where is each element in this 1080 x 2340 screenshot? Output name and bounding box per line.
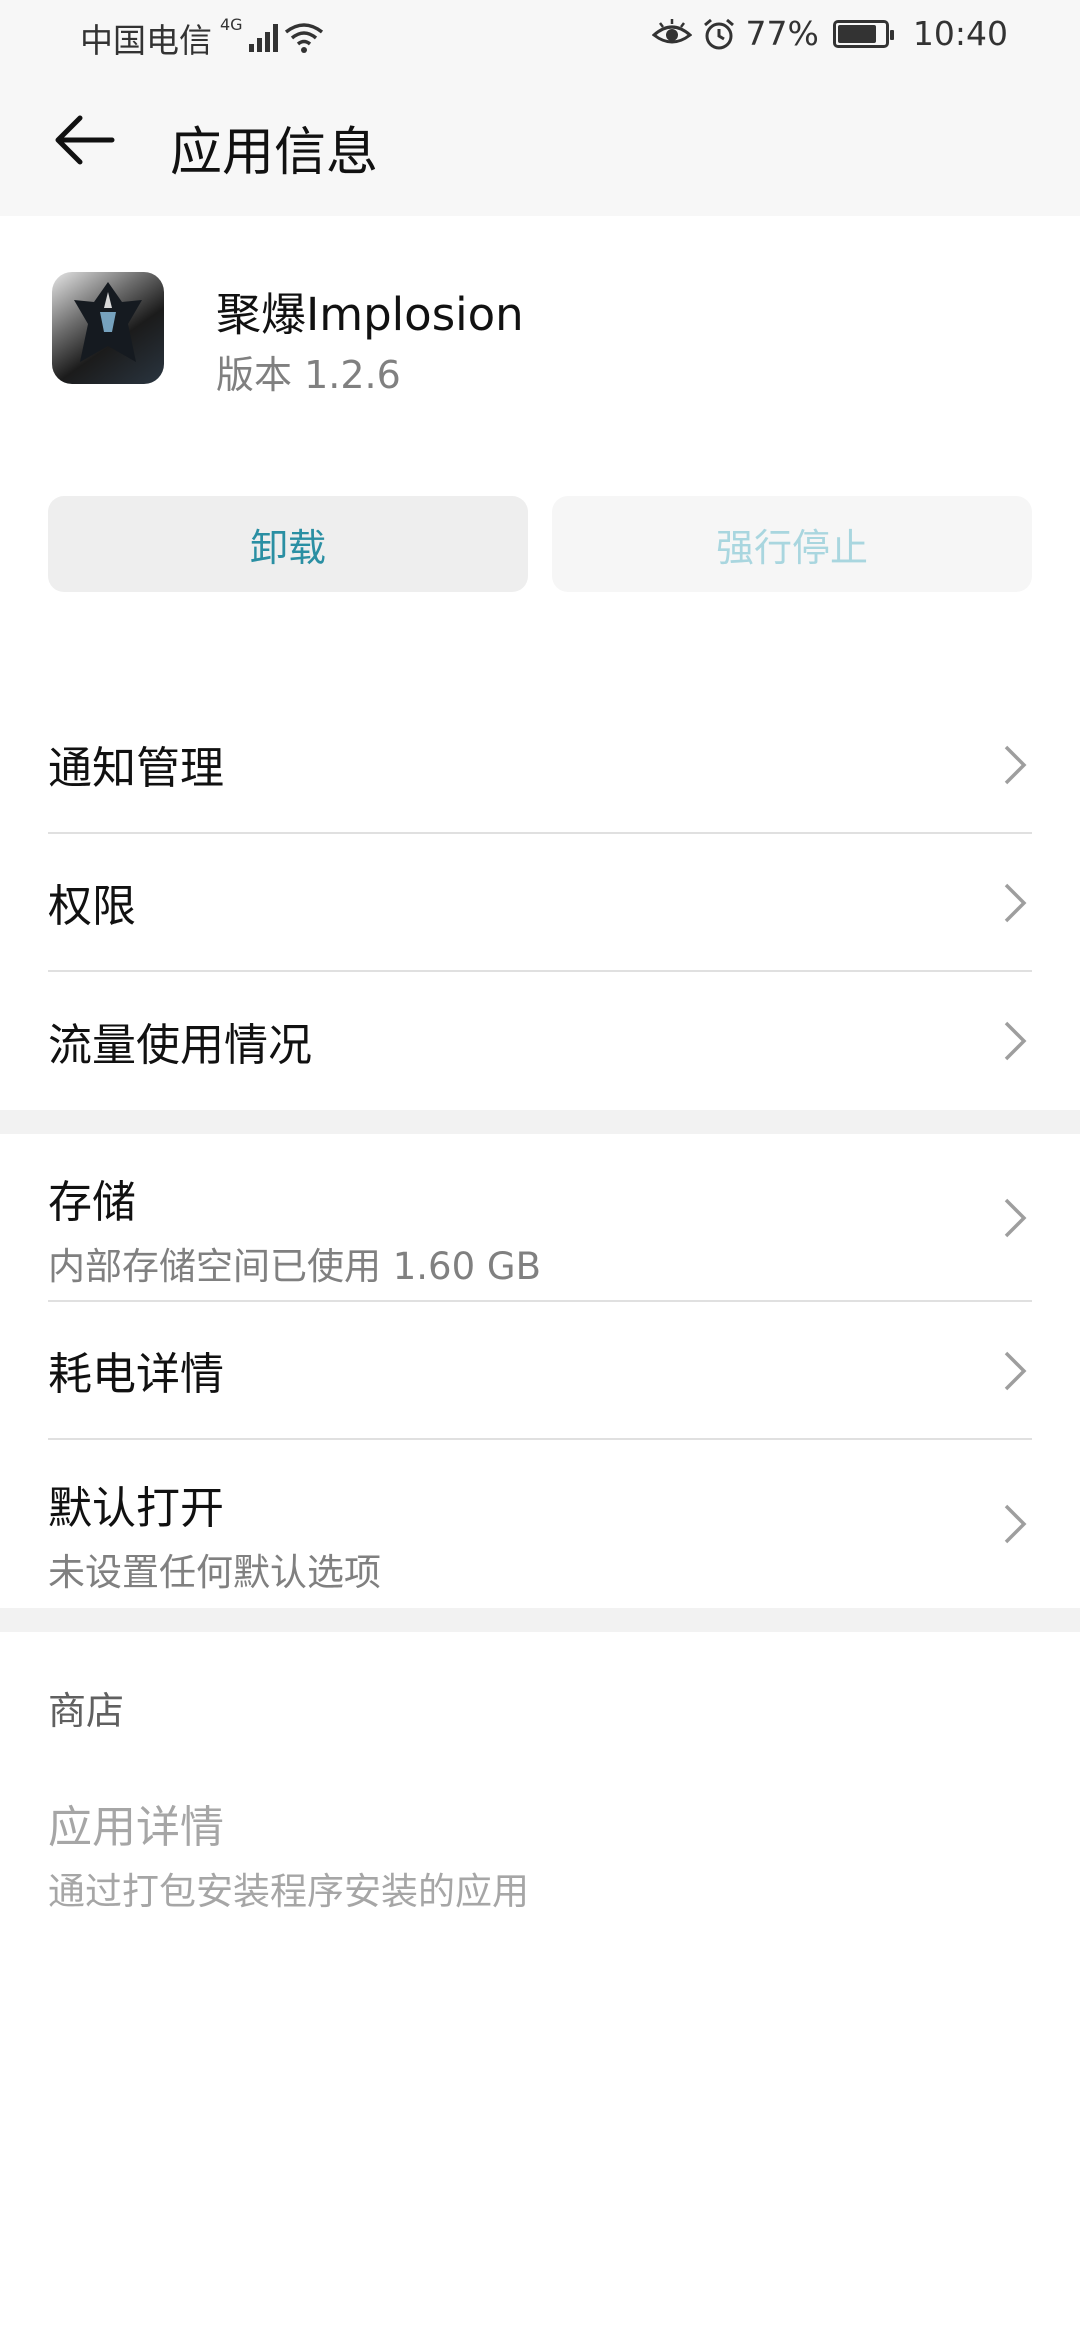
status-bar: 中国电信 4G 77% 10:40 bbox=[0, 0, 1080, 72]
eye-icon bbox=[651, 18, 692, 43]
battery-icon bbox=[832, 19, 894, 48]
back-button[interactable] bbox=[50, 104, 122, 176]
settings-section-1: 通知管理 权限 流量使用情况 bbox=[0, 696, 1080, 1110]
top-bar: 中国电信 4G 77% 10:40 应用信息 bbox=[0, 0, 1080, 216]
uninstall-button[interactable]: 卸载 bbox=[48, 496, 528, 592]
item-title: 存储 bbox=[48, 1177, 136, 1228]
back-arrow-icon bbox=[55, 115, 115, 165]
list-item-data-usage[interactable]: 流量使用情况 bbox=[48, 972, 1032, 1110]
item-subtitle: 通过打包安装程序安装的应用 bbox=[48, 1870, 529, 1913]
alarm-icon bbox=[703, 18, 734, 49]
item-title: 应用详情 bbox=[48, 1802, 224, 1853]
chevron-right-icon bbox=[1004, 1351, 1027, 1391]
carrier-label: 中国电信 bbox=[80, 21, 212, 60]
chevron-right-icon bbox=[1004, 1021, 1027, 1061]
force-stop-button[interactable]: 强行停止 bbox=[552, 496, 1032, 592]
item-subtitle: 未设置任何默认选项 bbox=[48, 1551, 381, 1594]
item-title: 默认打开 bbox=[48, 1483, 224, 1534]
chevron-right-icon bbox=[1004, 1198, 1027, 1238]
item-title: 流量使用情况 bbox=[48, 1020, 312, 1071]
chevron-right-icon bbox=[1004, 1504, 1027, 1544]
app-icon bbox=[52, 272, 164, 384]
section-divider bbox=[0, 1110, 1080, 1134]
clock: 10:40 bbox=[912, 14, 1008, 53]
store-app-details: 应用详情 通过打包安装程序安装的应用 bbox=[48, 1735, 1032, 1915]
list-item-storage[interactable]: 存储 内部存储空间已使用 1.60 GB bbox=[48, 1134, 1032, 1302]
chevron-right-icon bbox=[1004, 745, 1027, 785]
app-info: 聚爆Implosion 版本 1.2.6 bbox=[0, 216, 1080, 486]
list-item-permissions[interactable]: 权限 bbox=[48, 834, 1032, 972]
list-item-battery-usage[interactable]: 耗电详情 bbox=[48, 1302, 1032, 1440]
section-divider bbox=[0, 1608, 1080, 1632]
store-section: 商店 应用详情 通过打包安装程序安装的应用 bbox=[0, 1632, 1080, 1915]
page-title: 应用信息 bbox=[170, 123, 379, 183]
battery-percent: 77% bbox=[745, 14, 819, 53]
item-subtitle: 内部存储空间已使用 1.60 GB bbox=[48, 1245, 541, 1288]
action-buttons: 卸载 强行停止 bbox=[0, 486, 1080, 696]
app-name: 聚爆Implosion bbox=[216, 288, 524, 341]
app-header: 应用信息 bbox=[0, 72, 1080, 216]
app-version: 版本 1.2.6 bbox=[216, 353, 401, 397]
status-right: 77% 10:40 bbox=[651, 14, 1008, 53]
signal-icon bbox=[248, 24, 278, 52]
store-header: 商店 bbox=[48, 1689, 125, 1733]
item-title: 通知管理 bbox=[48, 743, 224, 794]
wifi-icon bbox=[284, 23, 323, 53]
status-left: 中国电信 4G bbox=[80, 14, 324, 62]
settings-section-2: 存储 内部存储空间已使用 1.60 GB 耗电详情 默认打开 未设置任何默认选项 bbox=[0, 1134, 1080, 1608]
item-title: 耗电详情 bbox=[48, 1349, 224, 1400]
list-item-notifications[interactable]: 通知管理 bbox=[48, 696, 1032, 834]
network-type: 4G bbox=[220, 14, 243, 34]
battery-fill bbox=[837, 24, 877, 43]
chevron-right-icon bbox=[1004, 883, 1027, 923]
item-title: 权限 bbox=[48, 881, 136, 932]
list-item-open-by-default[interactable]: 默认打开 未设置任何默认选项 bbox=[48, 1440, 1032, 1608]
